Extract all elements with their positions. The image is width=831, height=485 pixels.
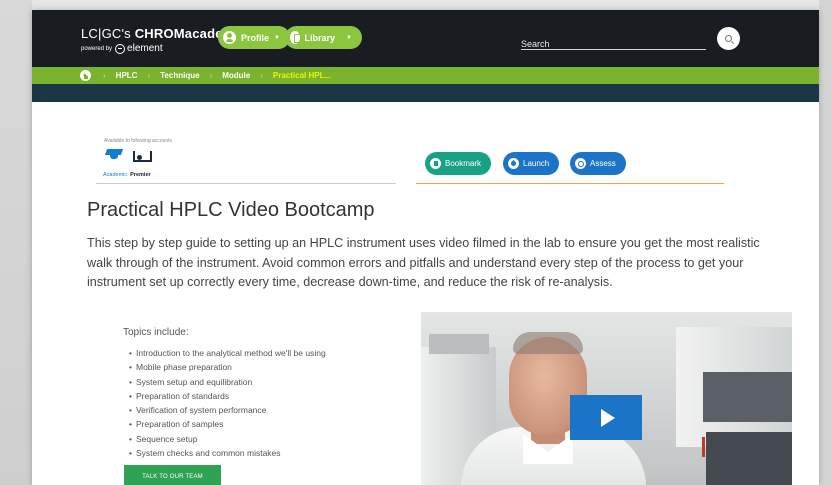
play-icon xyxy=(600,408,615,427)
breadcrumb-item-hplc[interactable]: HPLC xyxy=(116,71,138,80)
graduation-cap-icon xyxy=(106,147,122,161)
talk-to-our-team-button[interactable]: TALK TO OUR TEAM xyxy=(124,465,221,485)
breadcrumb-item-module[interactable]: Module xyxy=(222,71,250,80)
chevron-down-icon: ▼ xyxy=(274,34,280,41)
logo-prefix: LC|GC's xyxy=(81,26,131,41)
account-availability: Available to following accounts Academic… xyxy=(96,138,396,184)
library-button[interactable]: Library ▼ xyxy=(285,26,362,49)
assess-label: Assess xyxy=(590,159,616,168)
home-icon[interactable] xyxy=(80,70,91,81)
list-item: System checks and common mistakes xyxy=(129,446,326,460)
nav-strip xyxy=(32,84,819,102)
list-item: Sequence setup xyxy=(129,432,326,446)
search-input[interactable] xyxy=(521,37,706,51)
topics-heading: Topics include: xyxy=(123,327,189,338)
search-field xyxy=(521,34,706,51)
list-item: Verification of system performance xyxy=(129,403,326,417)
crown-icon xyxy=(132,147,152,163)
user-icon xyxy=(223,31,236,44)
account-premier: Premier xyxy=(130,172,151,178)
breadcrumb-separator: › xyxy=(209,71,213,80)
video-instrument-panel xyxy=(703,372,792,422)
breadcrumb-item-technique[interactable]: Technique xyxy=(160,71,199,80)
play-button[interactable] xyxy=(570,395,642,440)
page-background-left xyxy=(0,0,32,485)
video-instrument-base xyxy=(706,432,792,485)
search-button[interactable] xyxy=(717,27,740,50)
bookmark-icon xyxy=(430,158,441,169)
video-instrument-tube xyxy=(702,437,705,457)
element-logo-icon xyxy=(115,43,126,54)
launch-button[interactable]: Launch xyxy=(503,152,560,175)
list-item: Preparation of samples xyxy=(129,417,326,431)
bookmark-label: Bookmark xyxy=(445,159,482,168)
list-item: System setup and equilibration xyxy=(129,375,326,389)
page-title: Practical HPLC Video Bootcamp xyxy=(87,199,375,221)
list-item: Mobile phase preparation xyxy=(129,360,326,374)
page-background-right xyxy=(819,0,831,485)
assess-button[interactable]: Assess xyxy=(570,152,626,175)
browser-window: LC|GC's CHROMacademy powered by element … xyxy=(32,10,819,485)
book-icon xyxy=(290,31,301,44)
chevron-down-icon: ▼ xyxy=(346,34,352,41)
site-header: LC|GC's CHROMacademy powered by element … xyxy=(32,10,819,67)
accounts-label: Available to following accounts xyxy=(104,138,173,144)
breadcrumb-separator: › xyxy=(147,71,151,80)
logo-powered-by: powered by xyxy=(81,45,113,52)
launch-label: Launch xyxy=(523,159,550,168)
profile-button[interactable]: Profile ▼ xyxy=(218,26,290,49)
breadcrumb-item-current: Practical HPL... xyxy=(272,71,332,80)
bookmark-button[interactable]: Bookmark xyxy=(425,152,492,175)
breadcrumb: › HPLC › Technique › Module › Practical … xyxy=(32,67,819,84)
library-label: Library xyxy=(304,32,336,43)
video-player[interactable] xyxy=(421,312,792,485)
target-icon xyxy=(575,158,586,169)
page-description: This step by step guide to setting up an… xyxy=(87,236,760,289)
list-item: Preparation of standards xyxy=(129,389,326,403)
logo-partner: element xyxy=(127,43,163,54)
rocket-icon xyxy=(508,158,519,169)
search-icon xyxy=(725,35,732,42)
breadcrumb-separator: › xyxy=(103,71,106,80)
video-presenter-hair xyxy=(513,332,583,354)
action-bar: Bookmark Launch Assess xyxy=(416,138,724,184)
topics-list: Introduction to the analytical method we… xyxy=(129,346,326,460)
account-academic: Academic xyxy=(103,172,128,178)
list-item: Introduction to the analytical method we… xyxy=(129,346,326,360)
video-lab-shelf xyxy=(429,334,489,354)
breadcrumb-separator: › xyxy=(260,71,263,80)
profile-label: Profile xyxy=(241,32,270,43)
